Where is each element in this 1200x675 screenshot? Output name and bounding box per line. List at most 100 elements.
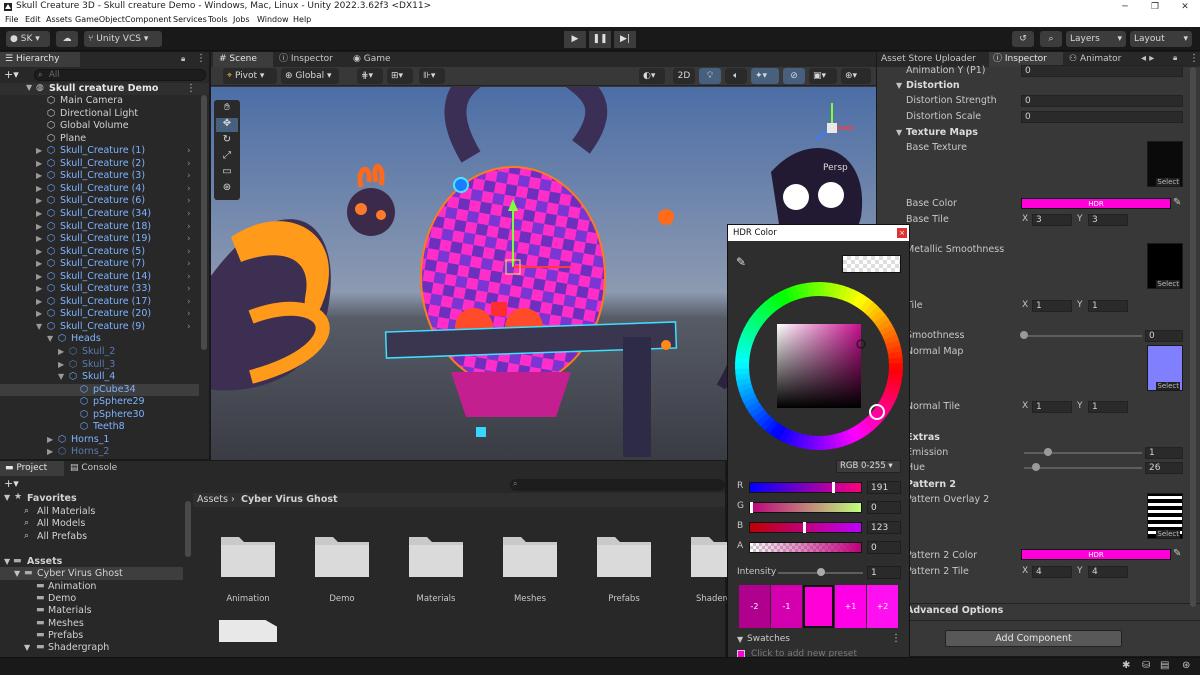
eyedropper-icon[interactable]: ✎ xyxy=(736,255,746,269)
global-dropdown[interactable]: ⊕ Global ▾ xyxy=(281,68,339,84)
open-prefab-chevron-icon[interactable]: › xyxy=(187,145,191,157)
smoothness-slider-track[interactable] xyxy=(1024,335,1142,337)
shading-mode-button[interactable]: ◐▾ xyxy=(639,68,665,84)
audio-toggle[interactable]: 🔈︎ xyxy=(725,68,747,84)
eyedropper-icon[interactable]: ✎ xyxy=(1173,548,1181,559)
intensity-value-field[interactable]: 1 xyxy=(867,566,901,579)
tree-animation[interactable]: Animation xyxy=(48,581,96,592)
swatches-header[interactable]: Swatches xyxy=(747,634,790,644)
more-menu-icon[interactable]: ⋮ xyxy=(1189,53,1199,64)
folder-tile[interactable] xyxy=(501,531,559,579)
foldout-arrow-icon[interactable]: ▶ xyxy=(36,271,42,283)
hierarchy-row[interactable]: ⬡ pSphere29 xyxy=(0,396,199,408)
foldout-arrow-icon[interactable]: ▶ xyxy=(36,308,42,320)
maximize-button[interactable]: ❐ xyxy=(1140,0,1170,14)
open-prefab-chevron-icon[interactable]: › xyxy=(187,233,191,245)
open-prefab-chevron-icon[interactable]: › xyxy=(187,296,191,308)
visibility-toggle[interactable]: ⊘ xyxy=(783,68,805,84)
r-value-field[interactable]: 191 xyxy=(867,481,901,494)
extras-header[interactable]: Extras xyxy=(906,432,940,443)
hierarchy-row[interactable]: ▼ ⬡ Skull_4 xyxy=(0,371,199,383)
texture-maps-header[interactable]: Texture Maps xyxy=(906,127,978,138)
foldout-arrow-icon[interactable]: ▶ xyxy=(36,246,42,258)
folder-label[interactable]: Prefabs xyxy=(584,594,664,604)
open-prefab-chevron-icon[interactable]: › xyxy=(187,271,191,283)
pattern-2-header[interactable]: Pattern 2 xyxy=(906,479,956,490)
open-prefab-chevron-icon[interactable]: › xyxy=(187,221,191,233)
tree-scrollbar[interactable] xyxy=(185,501,191,557)
hierarchy-row[interactable]: ⬡ Global Volume xyxy=(0,120,199,132)
intensity-current-swatch[interactable] xyxy=(803,585,834,628)
normal-tile-x-field[interactable]: 1 xyxy=(1032,401,1072,413)
normal-map-select[interactable]: Select xyxy=(1156,382,1180,390)
foldout-arrow-icon[interactable]: ▶ xyxy=(47,434,53,446)
hue-slider-track[interactable] xyxy=(1024,467,1142,469)
tree-prefabs[interactable]: Prefabs xyxy=(48,630,83,641)
minimize-button[interactable]: ─ xyxy=(1110,0,1140,14)
menu-gameobject[interactable]: GameObject xyxy=(75,15,125,24)
breadcrumb-current[interactable]: Cyber Virus Ghost xyxy=(241,494,338,505)
eyedropper-icon[interactable]: ✎ xyxy=(1173,197,1181,208)
open-prefab-chevron-icon[interactable]: › xyxy=(187,283,191,295)
lock-icon[interactable]: 🔒︎ xyxy=(1173,53,1177,63)
foldout-arrow-icon[interactable]: ▼ xyxy=(36,321,42,333)
intensity-stop-plus2[interactable]: +2 xyxy=(867,585,898,628)
favorite-all-prefabs[interactable]: All Prefabs xyxy=(37,531,87,542)
layers-dropdown[interactable]: Layers ▾ xyxy=(1066,31,1126,47)
picker-titlebar[interactable]: HDR Color × xyxy=(728,225,909,241)
pivot-dropdown[interactable]: ⌖ Pivot ▾ xyxy=(223,68,277,84)
metallic-select[interactable]: Select xyxy=(1156,280,1180,288)
hierarchy-row[interactable]: ▶ ⬡ Skull_Creature (4) › xyxy=(0,183,199,195)
history-button[interactable]: ↺ xyxy=(1012,31,1034,47)
hierarchy-row[interactable]: ⬡ Main Camera xyxy=(0,95,199,107)
tab-console[interactable]: ▤ Console xyxy=(66,461,130,476)
hue-slider-knob[interactable] xyxy=(1031,463,1040,471)
snap-increment-button[interactable]: ⊞▾ xyxy=(387,68,413,84)
smoothness-field[interactable]: 0 xyxy=(1145,330,1183,342)
rotate-tool-icon[interactable]: ↻ xyxy=(216,134,238,148)
hierarchy-row[interactable]: ▶ ⬡ Skull_Creature (17) › xyxy=(0,296,199,308)
tree-shadergraph[interactable]: Shadergraph xyxy=(48,642,109,653)
intensity-slider-knob[interactable] xyxy=(816,568,825,576)
add-component-button[interactable]: Add Component xyxy=(945,630,1122,647)
foldout-arrow-icon[interactable]: ▶ xyxy=(36,208,42,220)
effects-toggle[interactable]: ✦▾ xyxy=(751,68,779,84)
foldout-arrow-icon[interactable]: ▶ xyxy=(58,359,64,371)
foldout-arrow-icon[interactable]: ▼ xyxy=(14,569,20,578)
open-prefab-chevron-icon[interactable]: › xyxy=(187,195,191,207)
metallic-texture-slot[interactable]: Select xyxy=(1147,243,1183,289)
hierarchy-row[interactable]: ▶ ⬡ Skull_Creature (2) › xyxy=(0,158,199,170)
base-color-field[interactable]: HDR xyxy=(1021,198,1171,209)
b-value-field[interactable]: 123 xyxy=(867,521,901,534)
emission-slider-knob[interactable] xyxy=(1043,448,1052,456)
hierarchy-row[interactable]: ⬡ pSphere30 xyxy=(0,409,199,421)
folder-label[interactable]: Materials xyxy=(396,594,476,604)
ruler-button[interactable]: ⊪▾ xyxy=(419,68,445,84)
base-tile-y-field[interactable]: 3 xyxy=(1088,214,1128,226)
open-prefab-chevron-icon[interactable]: › xyxy=(187,321,191,333)
open-prefab-chevron-icon[interactable]: › xyxy=(187,246,191,258)
menu-help[interactable]: Help xyxy=(293,15,311,24)
hue-field[interactable]: 26 xyxy=(1145,462,1183,474)
create-asset-button[interactable]: +▾ xyxy=(4,477,19,490)
transform-tool-icon[interactable]: ⊛ xyxy=(216,182,238,196)
hierarchy-row[interactable]: ▶ ⬡ Skull_Creature (33) › xyxy=(0,283,199,295)
hierarchy-row[interactable]: ▶ ⬡ Skull_2 xyxy=(0,346,199,358)
foldout-arrow-icon[interactable]: ▶ xyxy=(36,183,42,195)
foldout-arrow-icon[interactable]: ▶ xyxy=(47,446,53,458)
hierarchy-row[interactable]: ▶ ⬡ Horns_2 xyxy=(0,446,199,458)
advanced-options-header[interactable]: Advanced Options xyxy=(906,605,1003,616)
g-slider[interactable] xyxy=(749,502,862,513)
breadcrumb-assets[interactable]: Assets xyxy=(197,494,228,505)
emission-field[interactable]: 1 xyxy=(1145,447,1183,459)
foldout-arrow-icon[interactable]: ▼ xyxy=(4,493,10,502)
folder-tile[interactable] xyxy=(219,531,277,579)
hue-ring-segment[interactable] xyxy=(818,435,825,450)
base-tile-x-field[interactable]: 3 xyxy=(1032,214,1072,226)
foldout-arrow-icon[interactable]: ▶ xyxy=(58,346,64,358)
tab-inspector-2[interactable]: ⓘ Inspector xyxy=(277,52,347,67)
hierarchy-row[interactable]: ▶ ⬡ Skull_Creature (19) › xyxy=(0,233,199,245)
pattern-tile-y-field[interactable]: 4 xyxy=(1088,566,1128,578)
menu-component[interactable]: Component xyxy=(125,15,171,24)
pattern-overlay-slot[interactable]: Select xyxy=(1147,493,1183,539)
